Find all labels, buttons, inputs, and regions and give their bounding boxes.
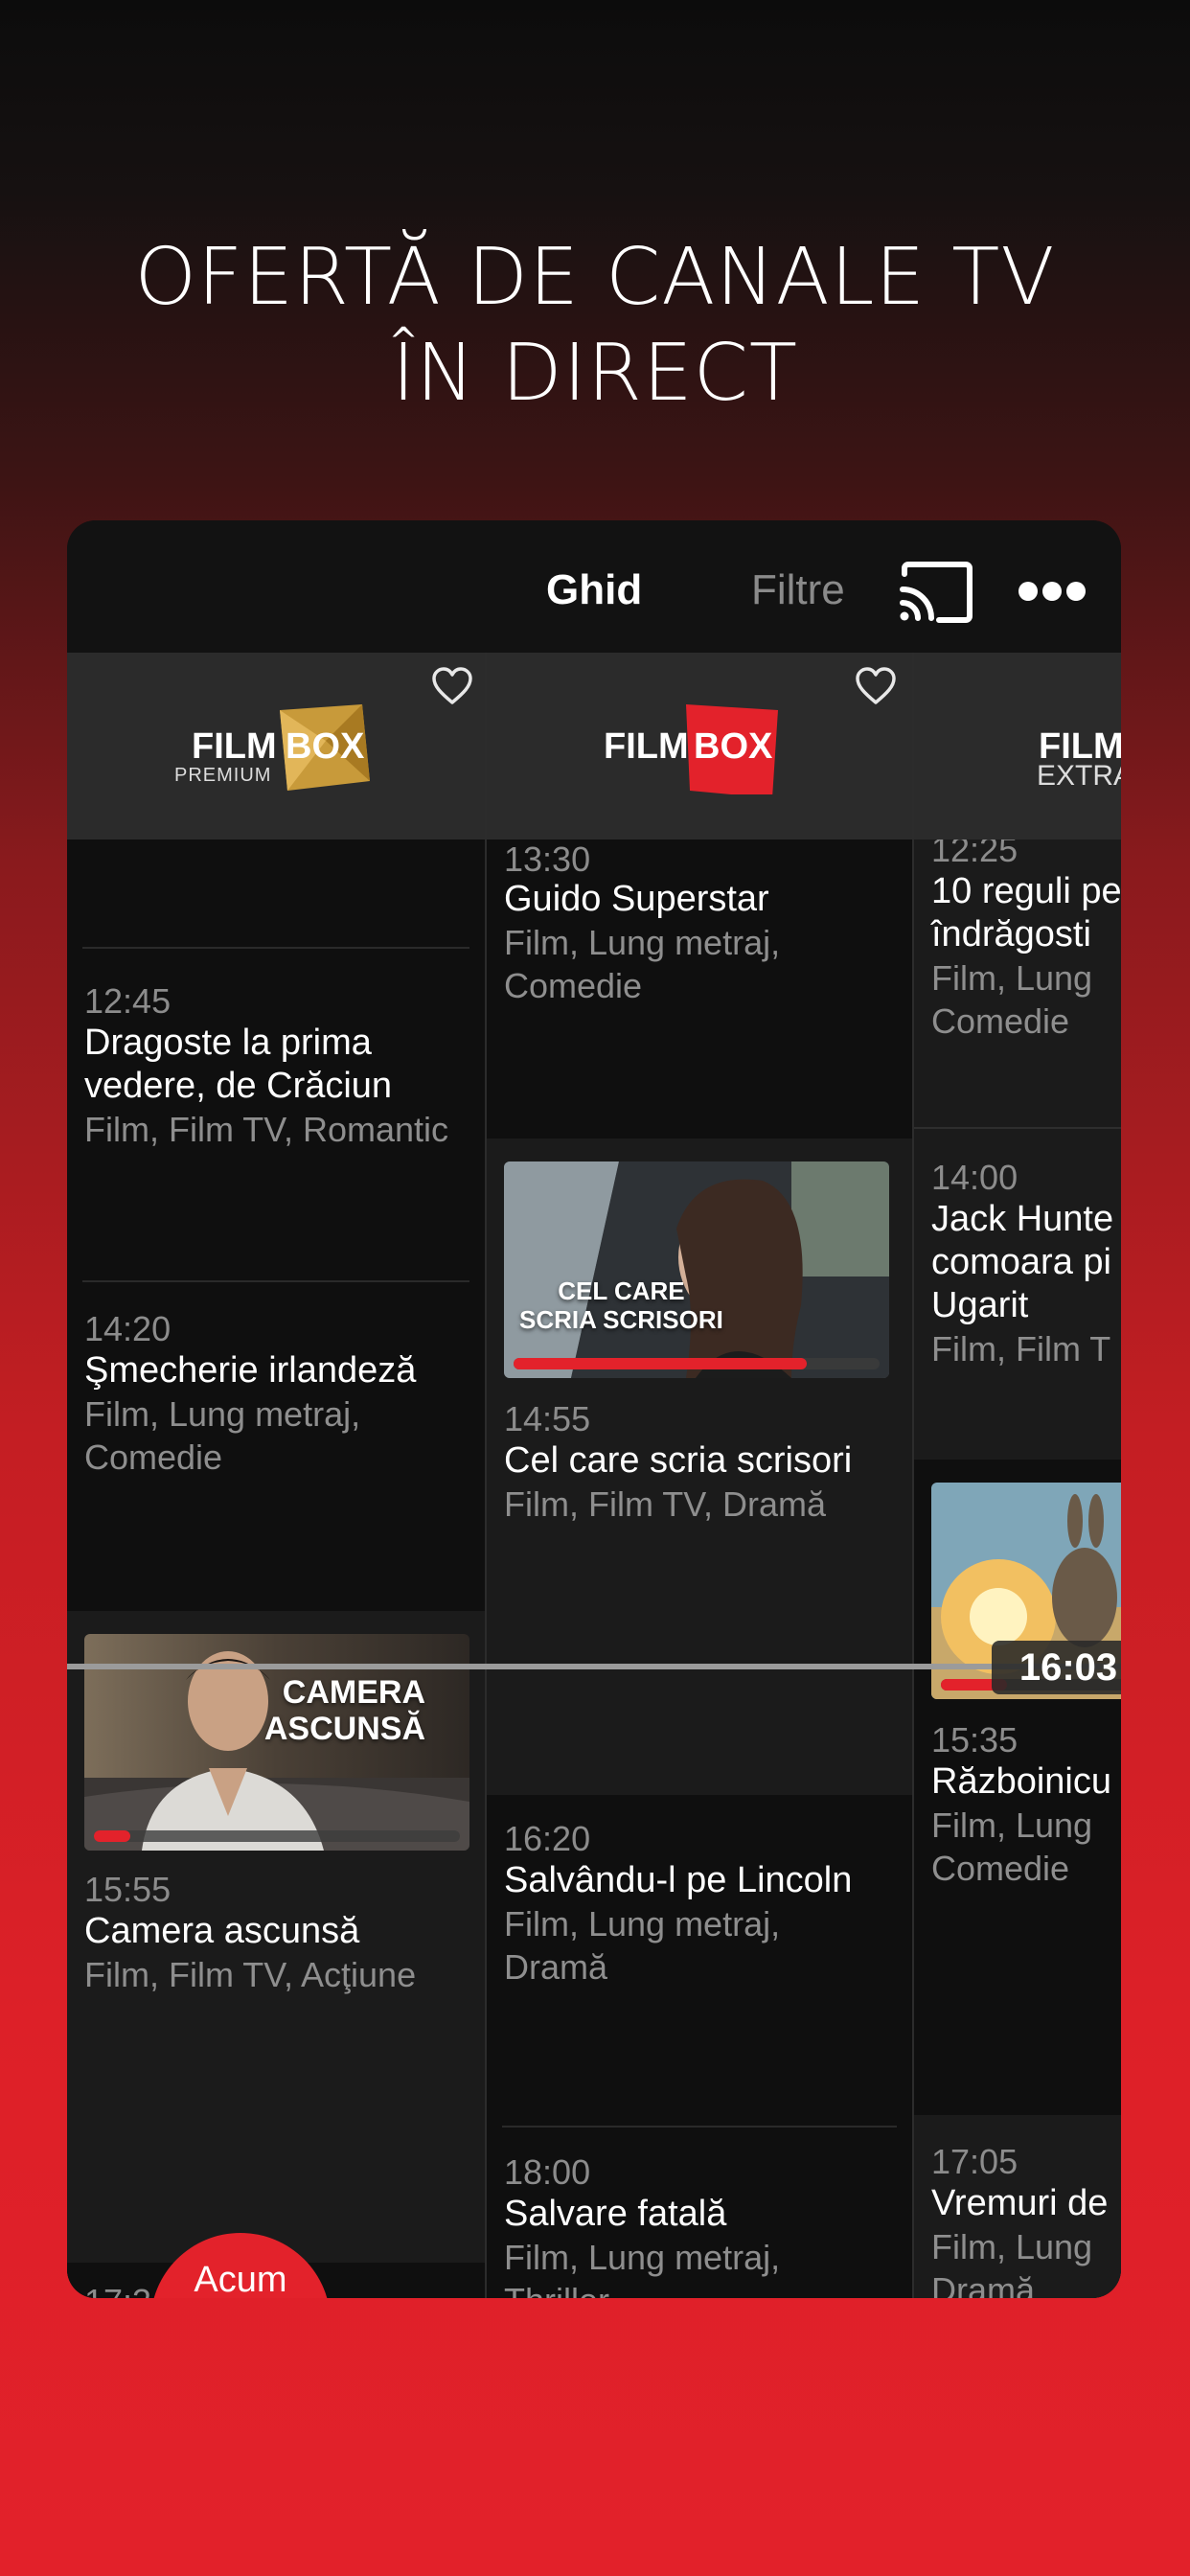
program-cell-current[interactable]: CAMERA ASCUNSĂ 15:55 Camera ascunsă Film… [67,1611,485,2263]
progress-bar [514,1358,807,1369]
program-time: 12:25 [931,840,1018,869]
column-divider [485,653,487,2298]
program-cell[interactable]: CEL CARE SCRIA SCRISORI 14:55 Cel care s… [487,1138,912,1795]
program-time: 14:55 [504,1399,591,1438]
tab-filtre[interactable]: Filtre [751,566,845,614]
program-cell[interactable]: 13:30 Guido Superstar Film, Lung metraj,… [487,840,912,1138]
program-title: Jack Hunte comoara pi Ugarit [931,1199,1114,1325]
column-divider [912,653,914,2298]
program-title: Salvându-l pe Lincoln [504,1860,853,1900]
program-genre: Film, Film T [931,1329,1111,1368]
program-cell[interactable]: 12:45 Dragoste la prima vedere, de Crăci… [67,840,485,1280]
caption-line: ASCUNSĂ [263,1711,425,1747]
program-genre: Film, Lung Comedie [931,958,1093,1041]
progress-bar [94,1830,130,1842]
program-genre: Film, Film TV, Acţiune [84,1955,417,1994]
caption-line: CAMERA [282,1674,425,1711]
cast-icon[interactable] [897,561,975,624]
program-cell-current[interactable]: 15:35 Războinicu Film, Lung Comedie [914,1460,1121,2115]
logo-text: FILM [604,726,689,767]
program-genre: Film, Film TV, Dramă [504,1484,827,1524]
program-time: 13:30 [504,840,591,879]
program-thumbnail: CEL CARE SCRIA SCRISORI [504,1162,889,1378]
tv-guide-screen: Ghid Filtre 12:45 Dragoste la prima vede… [67,520,1121,2298]
divider [502,2126,897,2128]
program-time: 16:20 [504,1819,591,1858]
caption-line: CEL CARE [558,1276,685,1305]
more-horizontal-icon[interactable] [1018,580,1087,603]
divider [82,947,469,949]
program-title: Guido Superstar [504,879,769,919]
program-genre: Film, Lung metraj, Comedie [504,923,781,1005]
program-genre: Film, Lung Comedie [931,1806,1093,1888]
headline-line-1: OFERTĂ DE CANALE TV [134,232,1056,323]
program-title: Războinicu [931,1761,1111,1802]
program-title: Salvare fatală [504,2194,727,2234]
program-cell[interactable]: 14:00 Jack Hunte comoara pi Ugarit Film, F… [914,1129,1121,1460]
channel-header[interactable]: FILM BOX PREMIUM [67,653,485,840]
logo-subtitle: PREMIUM [174,765,271,786]
channel-column-filmbox-premium: 12:45 Dragoste la prima vedere, de Crăci… [67,653,485,2298]
tab-ghid[interactable]: Ghid [546,566,642,614]
program-time: 17:05 [931,2142,1018,2181]
divider [82,1280,469,1282]
program-time: 17:3 [84,2282,151,2298]
current-time-badge: 16:03 [992,1641,1121,1694]
channel-column-filmbox-extra: 12:25 10 reguli pe îndrăgosti Film, Lung C… [914,653,1121,2298]
program-cell[interactable]: 17:05 Vremuri de Film, Lung Dramă [914,2115,1121,2298]
logo-text: FILM [192,726,277,767]
filmbox-extra-logo: FILM EXTRA [1037,726,1121,792]
channel-column-filmbox: 13:30 Guido Superstar Film, Lung metraj,… [487,653,912,2298]
headline-line-2: ÎN DIRECT [391,328,799,419]
program-title: Vremuri de [931,2183,1109,2223]
logo-text: BOX [694,726,773,767]
program-title: Şmecherie irlandeză [84,1350,417,1391]
program-cell[interactable]: 12:25 10 reguli pe îndrăgosti Film, Lung C… [914,840,1121,1127]
guide-topbar: Ghid Filtre [67,520,1121,653]
program-cell[interactable]: 16:20 Salvându-l pe Lincoln Film, Lung m… [487,1795,912,2126]
program-title: Camera ascunsă [84,1911,360,1951]
now-button-label: Acum [194,2260,287,2298]
program-time: 15:55 [84,1870,172,1909]
current-time-line [67,1664,1121,1669]
program-genre: Film, Lung metraj, Dramă [504,1904,781,1987]
thumbnail-caption: CAMERA ASCUNSĂ [264,1674,425,1747]
program-title: 10 reguli pe îndrăgosti [931,871,1121,954]
filmbox-premium-logo: FILM BOX PREMIUM [174,704,370,791]
program-genre: Film, Film TV, Romantic [84,1110,449,1149]
caption-line: SCRIA SCRISORI [519,1305,723,1334]
program-time: 14:00 [931,1158,1018,1197]
channel-header[interactable]: FILM EXTRA [914,653,1121,840]
promo-headline: OFERTĂ DE CANALE TV ÎN DIRECT [0,230,1190,422]
program-title: Cel care scria scrisori [504,1440,853,1481]
logo-subtitle: EXTRA [1037,760,1121,792]
program-genre: Film, Lung Dramă [931,2227,1093,2298]
program-title: Dragoste la prima vedere, de Crăciun [84,1023,393,1106]
program-time: 14:20 [84,1309,172,1348]
heart-outline-icon[interactable] [431,666,473,706]
program-time: 12:45 [84,981,172,1021]
program-genre: Film, Lung metraj, Comedie [84,1394,361,1477]
program-cell[interactable]: 18:00 Salvare fatală Film, Lung metraj, … [487,2126,912,2298]
logo-text: BOX [286,726,365,767]
program-cell[interactable]: 14:20 Şmecherie irlandeză Film, Lung met… [67,1280,485,1597]
filmbox-logo: FILM BOX [604,704,778,794]
progress-track [94,1830,460,1842]
program-time: 15:35 [931,1720,1018,1760]
program-time: 18:00 [504,2152,591,2192]
thumbnail-caption: CEL CARE SCRIA SCRISORI [519,1276,723,1334]
channel-header[interactable]: FILM BOX [487,653,912,840]
heart-outline-icon[interactable] [855,666,897,706]
program-genre: Film, Lung metraj, Thriller [504,2238,781,2298]
